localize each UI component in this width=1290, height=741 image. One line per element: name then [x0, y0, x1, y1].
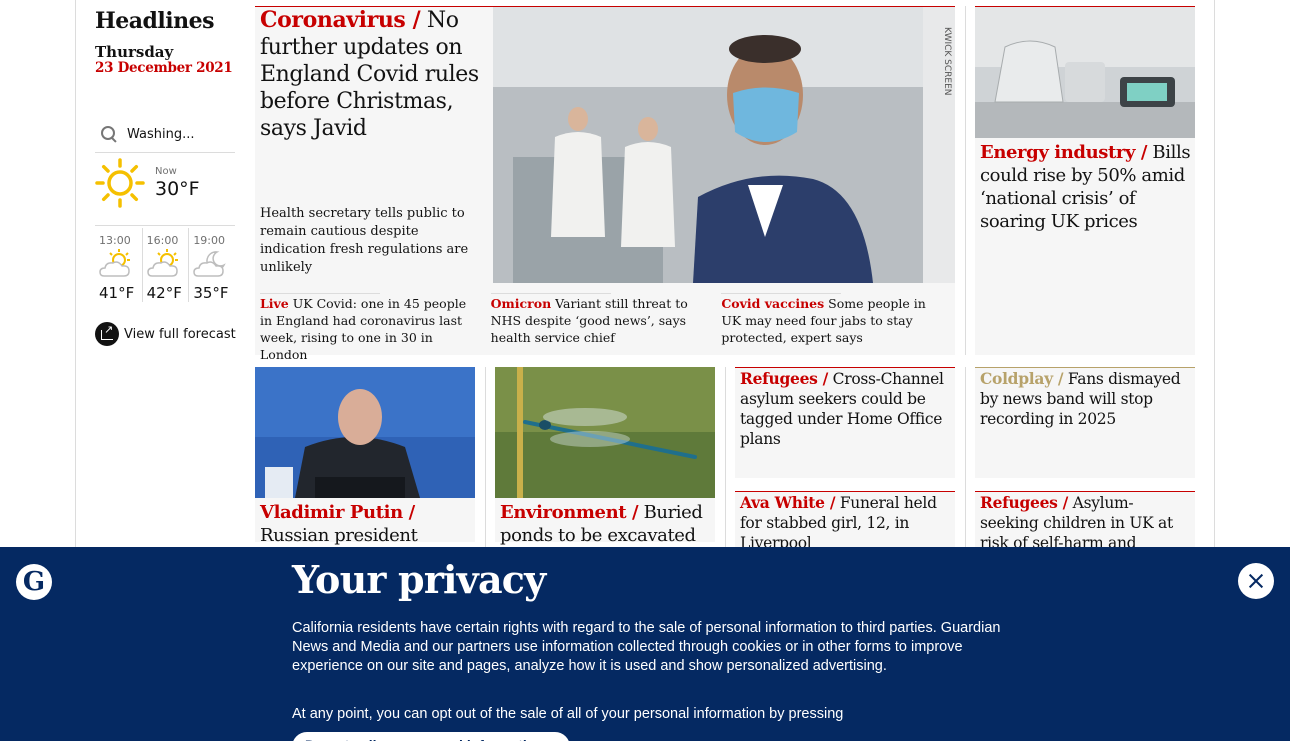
story-kicker: Refugees /: [980, 493, 1069, 512]
column-divider: [965, 367, 966, 547]
story-kicker: Ava White /: [740, 493, 836, 512]
environment-story-card[interactable]: Environment / Buried ponds to be excavat…: [495, 367, 715, 546]
story-kicker: Energy industry /: [980, 142, 1148, 163]
ava-white-story-card[interactable]: Ava White / Funeral held for stabbed gir…: [735, 491, 955, 553]
current-weather: Now 30°F: [95, 156, 235, 226]
forecast-temperature: 35°F: [193, 284, 229, 302]
forecast-temperature: 42°F: [146, 284, 182, 302]
forecast-time: 13:00: [99, 234, 131, 247]
privacy-banner: G Your privacy California residents have…: [0, 547, 1290, 741]
sublink-kicker: Live: [260, 296, 289, 311]
energy-story-headline[interactable]: Energy industry / Bills could rise by 50…: [980, 141, 1192, 233]
coldplay-story-card[interactable]: Coldplay / Fans dismayed by news band wi…: [975, 367, 1195, 478]
forecast-temperature: 41°F: [99, 284, 135, 302]
environment-story-image: [495, 367, 715, 498]
refugees-story-headline[interactable]: Refugees / Cross-Channel asylum seekers …: [740, 369, 950, 449]
privacy-body: California residents have certain rights…: [292, 620, 1001, 674]
sun-cloud-icon: [146, 249, 178, 277]
story-kicker: Coldplay /: [980, 369, 1064, 388]
weather-location-search[interactable]: Washing...: [95, 117, 235, 153]
energy-story-card[interactable]: Energy industry / Bills could rise by 50…: [975, 6, 1195, 355]
sublink-kicker: Covid vaccines: [721, 296, 825, 311]
forecast-item: 16:00 42°F: [141, 228, 189, 302]
putin-story-image: [255, 367, 475, 498]
environment-story-headline[interactable]: Environment / Buried ponds to be excavat…: [500, 501, 712, 547]
close-icon[interactable]: [1238, 563, 1274, 599]
date-day: Thursday: [95, 43, 174, 61]
ava-white-story-headline[interactable]: Ava White / Funeral held for stabbed gir…: [740, 493, 950, 553]
sublink-kicker: Omicron: [490, 296, 552, 311]
svg-text:KWICK SCREEN: KWICK SCREEN: [942, 27, 952, 96]
now-temperature: 30°F: [155, 178, 200, 200]
weather-location[interactable]: Washing...: [127, 127, 195, 142]
headline-text[interactable]: Russian president: [260, 525, 418, 546]
story-kicker: Vladimir Putin /: [260, 502, 415, 523]
do-not-sell-button[interactable]: Do not sell my personal information: [292, 732, 570, 741]
privacy-title: Your privacy: [292, 557, 546, 602]
story-kicker: Coronavirus /: [260, 7, 421, 33]
moon-cloud-icon: [193, 251, 227, 277]
view-full-forecast-label[interactable]: View full forecast: [124, 327, 236, 342]
external-link-icon: [95, 322, 119, 346]
date-full: 23 December 2021: [95, 60, 233, 76]
asylum-children-story-headline[interactable]: Refugees / Asylum-seeking children in UK…: [980, 493, 1190, 553]
refugees-story-card[interactable]: Refugees / Cross-Channel asylum seekers …: [735, 367, 955, 478]
story-kicker: Environment /: [500, 502, 639, 523]
search-icon: [99, 125, 119, 145]
main-story-headline[interactable]: Coronavirus / No further updates on Engl…: [260, 7, 490, 142]
column-divider: [725, 367, 726, 547]
guardian-logo-icon: G: [16, 564, 52, 600]
sublink-item[interactable]: Covid vaccines Some people in UK may nee…: [721, 293, 952, 363]
view-full-forecast-link[interactable]: View full forecast: [95, 322, 236, 346]
story-kicker: Refugees /: [740, 369, 829, 388]
coldplay-story-headline[interactable]: Coldplay / Fans dismayed by news band wi…: [980, 369, 1190, 429]
main-story-sublinks: Live UK Covid: one in 45 people in Engla…: [260, 293, 952, 363]
energy-story-image: [975, 7, 1195, 138]
sublink-item[interactable]: Omicron Variant still threat to NHS desp…: [490, 293, 722, 363]
sun-icon: [95, 158, 145, 208]
forecast-item: 13:00 41°F: [95, 228, 142, 302]
forecast-item: 19:00 35°F: [188, 228, 235, 302]
forecast-time: 16:00: [146, 234, 179, 247]
sublink-text[interactable]: UK Covid: one in 45 people in England ha…: [260, 296, 466, 362]
privacy-opt-out-text: At any point, you can opt out of the sal…: [292, 706, 844, 722]
hourly-forecast: 13:00 41°F 16:00 42°F 19:00 35°F: [95, 228, 235, 302]
column-divider: [965, 6, 966, 355]
forecast-time: 19:00: [193, 234, 226, 247]
now-label: Now: [155, 166, 177, 177]
putin-story-headline[interactable]: Vladimir Putin / Russian president: [260, 501, 472, 547]
main-story-standfirst: Health secretary tells public to remain …: [260, 206, 469, 275]
sublink-item[interactable]: Live UK Covid: one in 45 people in Engla…: [260, 293, 491, 363]
section-title: Headlines: [95, 8, 215, 34]
asylum-children-story-card[interactable]: Refugees / Asylum-seeking children in UK…: [975, 491, 1195, 553]
main-story-image: KWICK SCREEN: [493, 7, 955, 283]
putin-story-card[interactable]: Vladimir Putin / Russian president: [255, 367, 475, 546]
sun-cloud-icon: [99, 249, 130, 277]
main-story-card[interactable]: Coronavirus / No further updates on Engl…: [255, 6, 955, 362]
column-divider: [485, 367, 486, 547]
